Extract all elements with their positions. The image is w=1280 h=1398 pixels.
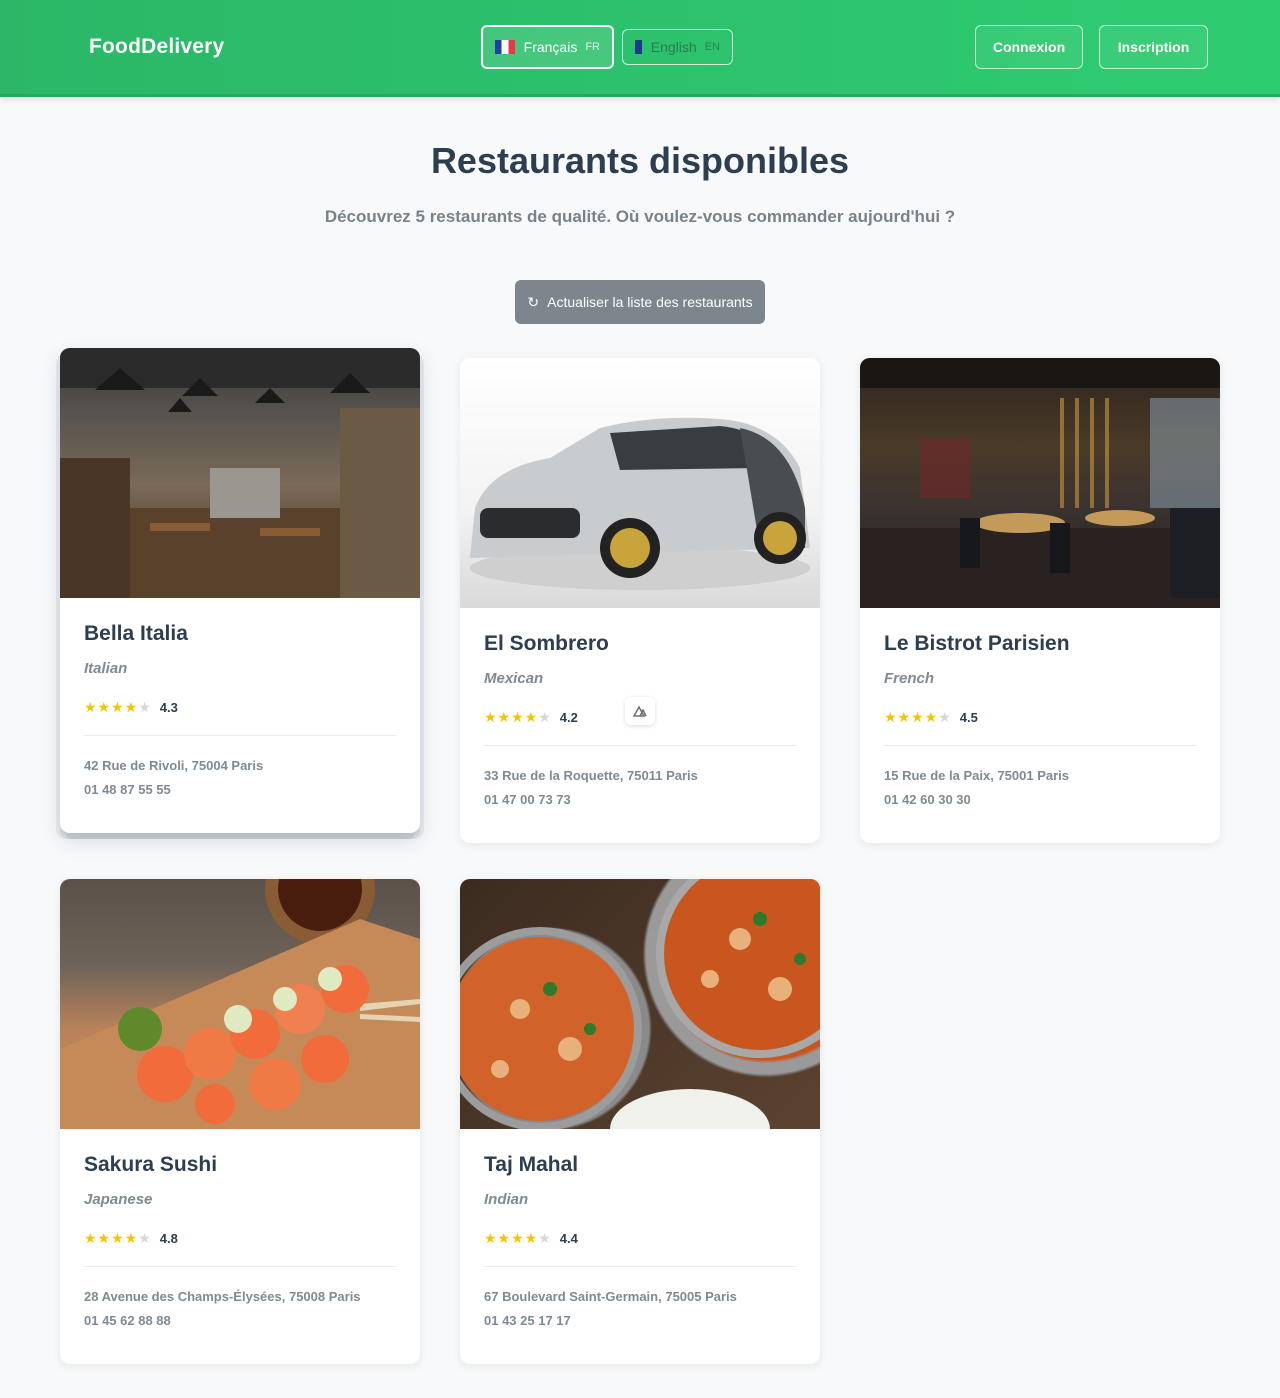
restaurant-image	[60, 879, 420, 1129]
refresh-icon: ↻	[527, 293, 540, 310]
star-rating-icon: ★★★★★	[484, 708, 552, 725]
card-body: Le Bistrot Parisien French ★★★★★ 4.5 15 …	[860, 608, 1220, 807]
restaurant-name[interactable]: Le Bistrot Parisien	[884, 632, 1196, 660]
star-rating-icon: ★★★★★	[884, 708, 952, 725]
language-label-en: English	[650, 39, 697, 55]
restaurant-address: 67 Boulevard Saint-Germain, 75005 Paris	[484, 1289, 737, 1304]
card-body: Sakura Sushi Japanese ★★★★★ 4.8 28 Avenu…	[60, 1129, 420, 1328]
restaurant-image	[460, 879, 820, 1129]
flag-en-icon	[635, 40, 642, 54]
divider	[884, 745, 1196, 746]
restaurant-image	[60, 348, 420, 598]
top-navbar: FoodDelivery Français FR English EN Conn…	[0, 0, 1280, 97]
flag-fr-icon	[495, 40, 515, 54]
language-code-en: EN	[704, 41, 720, 53]
restaurant-phone: 01 45 62 88 88	[84, 1313, 171, 1328]
page-title: Restaurants disponibles	[430, 140, 850, 181]
restaurant-cuisine: Japanese	[84, 1191, 153, 1208]
restaurant-cuisine: Indian	[484, 1191, 529, 1208]
rating: ★★★★★ 4.5	[884, 707, 1196, 727]
rating: ★★★★★ 4.3	[84, 697, 396, 717]
card-body: Taj Mahal Indian ★★★★★ 4.4 67 Boulevard …	[460, 1129, 820, 1328]
rating: ★★★★★ 4.8	[84, 1228, 396, 1248]
restaurant-name[interactable]: El Sombrero	[484, 632, 796, 660]
refresh-restaurants-button[interactable]: ↻ Actualiser la liste des restaurants	[515, 280, 765, 324]
restaurant-card[interactable]: Bella Italia Italian ★★★★★ 4.3 42 Rue de…	[60, 348, 420, 833]
restaurant-image	[860, 358, 1220, 608]
language-button-fr[interactable]: Français FR	[481, 25, 614, 69]
restaurant-address: 28 Avenue des Champs-Élysées, 75008 Pari…	[84, 1289, 361, 1304]
refresh-label: Actualiser la liste des restaurants	[547, 294, 753, 310]
rating-value: 4.4	[559, 1230, 578, 1246]
restaurant-phone: 01 47 00 73 73	[484, 792, 571, 807]
restaurant-card[interactable]: El Sombrero Mexican ★★★★★ 4.2 33 Rue de …	[460, 358, 820, 843]
divider	[484, 745, 796, 746]
restaurant-phone: 01 43 25 17 17	[484, 1313, 571, 1328]
restaurant-card[interactable]: Taj Mahal Indian ★★★★★ 4.4 67 Boulevard …	[460, 879, 820, 1364]
divider	[84, 735, 396, 736]
brand-logo[interactable]: FoodDelivery	[89, 35, 224, 59]
language-label-fr: Français	[523, 39, 578, 55]
restaurant-phone: 01 48 87 55 55	[84, 782, 171, 797]
rating-value: 4.8	[159, 1230, 178, 1246]
language-code-fr: FR	[585, 41, 600, 53]
rating-value: 4.2	[559, 709, 578, 725]
restaurant-name[interactable]: Taj Mahal	[484, 1153, 796, 1181]
restaurant-image	[460, 358, 820, 608]
restaurant-address: 33 Rue de la Roquette, 75011 Paris	[484, 768, 698, 783]
restaurant-cuisine: Mexican	[484, 670, 544, 687]
page-subtitle: Découvrez 5 restaurants de qualité. Où v…	[324, 207, 956, 226]
restaurant-card[interactable]: Sakura Sushi Japanese ★★★★★ 4.8 28 Avenu…	[60, 879, 420, 1364]
restaurant-card[interactable]: Le Bistrot Parisien French ★★★★★ 4.5 15 …	[860, 358, 1220, 843]
star-rating-icon: ★★★★★	[84, 1229, 152, 1246]
restaurant-cuisine: Italian	[84, 660, 128, 677]
signup-button[interactable]: Inscription	[1099, 25, 1208, 69]
card-body: Bella Italia Italian ★★★★★ 4.3 42 Rue de…	[60, 598, 420, 797]
restaurant-address: 15 Rue de la Paix, 75001 Paris	[884, 768, 1070, 783]
language-button-en[interactable]: English EN	[622, 29, 733, 65]
rating-value: 4.3	[159, 699, 178, 715]
star-rating-icon: ★★★★★	[84, 698, 152, 715]
restaurant-cuisine: French	[884, 670, 935, 687]
restaurant-name[interactable]: Bella Italia	[84, 622, 396, 650]
divider	[484, 1266, 796, 1267]
divider	[84, 1266, 396, 1267]
restaurant-phone: 01 42 60 30 30	[884, 792, 971, 807]
rating: ★★★★★ 4.4	[484, 1228, 796, 1248]
restaurant-name[interactable]: Sakura Sushi	[84, 1153, 396, 1181]
nuxt-devtools-icon[interactable]	[625, 697, 655, 725]
star-rating-icon: ★★★★★	[484, 1229, 552, 1246]
restaurant-address: 42 Rue de Rivoli, 75004 Paris	[84, 758, 264, 773]
rating-value: 4.5	[959, 709, 978, 725]
login-button[interactable]: Connexion	[975, 25, 1083, 69]
